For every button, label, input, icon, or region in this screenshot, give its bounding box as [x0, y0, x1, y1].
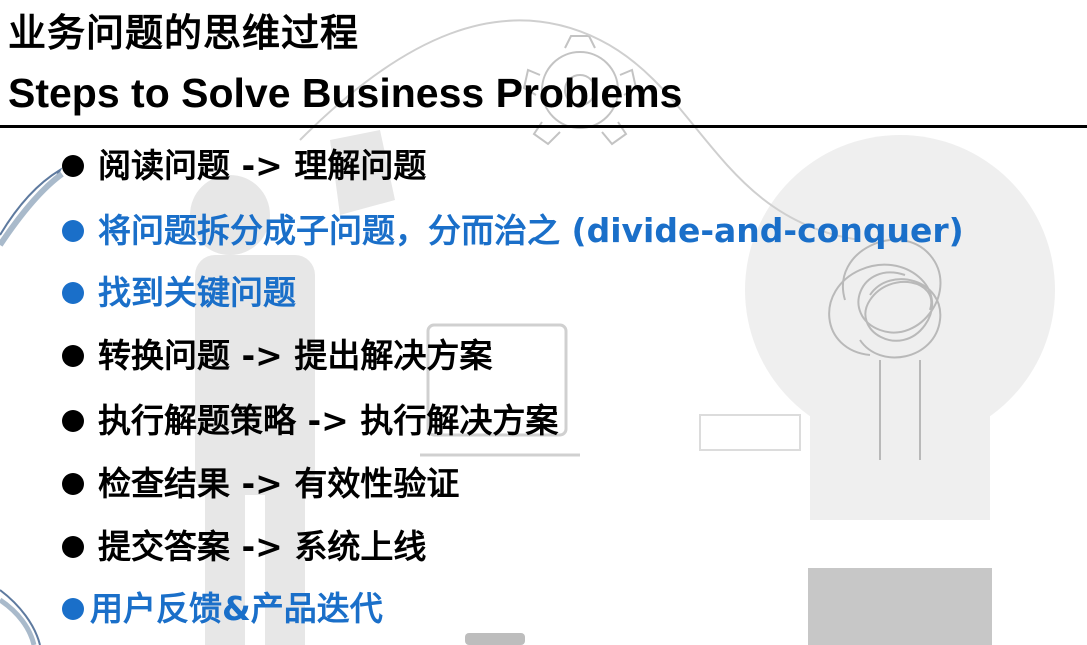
bullet-text: 阅读问题 -> 理解问题 — [98, 146, 427, 185]
bullet-dot-icon — [62, 410, 84, 432]
bullet-item-1: 阅读问题 -> 理解问题 — [62, 146, 426, 186]
bullet-item-2: 将问题拆分成子问题，分而治之 (divide-and-conquer) — [62, 211, 964, 251]
bullet-item-4: 转换问题 -> 提出解决方案 — [62, 336, 492, 376]
slide-subtitle: Steps to Solve Business Problems — [8, 70, 683, 116]
bullet-text: 检查结果 -> 有效性验证 — [98, 464, 460, 503]
bullet-item-7: 提交答案 -> 系统上线 — [62, 527, 426, 567]
presenter-figure — [190, 130, 395, 645]
table-top — [699, 414, 801, 451]
bulb-base — [808, 568, 992, 645]
bullet-text: 将问题拆分成子问题，分而治之 (divide-and-conquer) — [98, 211, 964, 250]
bullet-dot-icon — [62, 220, 84, 242]
bullet-text: 提交答案 -> 系统上线 — [98, 527, 427, 566]
left-arc-arrow-shadow — [0, 171, 64, 247]
slide-title: 业务问题的思维过程 — [8, 11, 360, 55]
bulb-glow — [745, 135, 1055, 445]
bullet-item-5: 执行解题策略 -> 执行解决方案 — [62, 401, 558, 441]
bullet-dot-icon — [62, 282, 84, 304]
left-arc-bottom-shadow — [0, 597, 37, 645]
bulb-neck — [810, 400, 990, 520]
bullet-dot-icon — [62, 345, 84, 367]
bullet-item-8: 用户反馈&产品迭代 — [62, 589, 383, 629]
bullet-text: 用户反馈&产品迭代 — [90, 589, 383, 628]
laptop-base — [465, 633, 525, 645]
bullet-item-6: 检查结果 -> 有效性验证 — [62, 464, 459, 504]
title-divider — [0, 125, 1087, 128]
bullet-dot-icon — [62, 598, 84, 620]
bullet-item-3: 找到关键问题 — [62, 273, 296, 313]
bullet-dot-icon — [62, 155, 84, 177]
bullet-dot-icon — [62, 473, 84, 495]
bullet-text: 转换问题 -> 提出解决方案 — [98, 336, 493, 375]
bullet-dot-icon — [62, 536, 84, 558]
bullet-text: 执行解题策略 -> 执行解决方案 — [98, 401, 559, 440]
bullet-text: 找到关键问题 — [98, 273, 296, 312]
